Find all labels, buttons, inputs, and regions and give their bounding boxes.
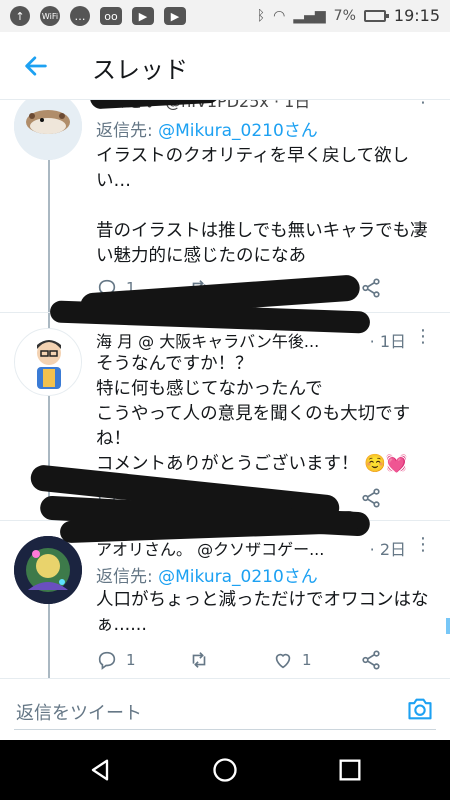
wifi-signal-icon: ◠ (273, 7, 286, 24)
square-recents-icon (339, 759, 361, 781)
share-button[interactable] (360, 486, 382, 510)
share-icon (362, 488, 380, 508)
tweet-timestamp[interactable]: · 2日 (370, 536, 406, 560)
share-icon (362, 650, 380, 670)
tweet-text: そうなんですか！？ 特に何も感じてなかったんで こうやって人の意見を聞くのも大切… (96, 354, 411, 474)
reply-prefix: 返信先: (96, 567, 159, 587)
reply-context: 返信先: @Mikura_0210さん (96, 562, 318, 587)
reply-input[interactable]: 返信をツイート (16, 699, 142, 725)
bluetooth-icon: ᛒ (256, 7, 266, 24)
notification-icons: ↑ WiFi … oo ▶ ▶ (10, 6, 186, 26)
avatar[interactable] (14, 328, 82, 396)
like-button[interactable]: 1 (272, 648, 312, 672)
retweet-button[interactable] (188, 648, 218, 672)
reply-composer: 返信をツイート (0, 678, 450, 740)
reply-prefix: 返信先: (96, 121, 159, 141)
arrow-left-icon (25, 56, 47, 76)
person-illustration-avatar-icon (37, 340, 61, 389)
retweet-icon (192, 652, 206, 668)
tweet[interactable]: アオリさん。 @クソザコゲー... · 2日 ⋮ 返信先: @Mikura_02… (0, 534, 450, 678)
camera-button[interactable] (406, 695, 434, 723)
game-character-avatar-icon (14, 536, 82, 604)
youtube-icon: ▶ (164, 7, 186, 25)
tweet-text: 人口がちょっと減っただけでオワコンはなぁ...... (96, 590, 429, 635)
system-nav-bar (0, 740, 450, 800)
camera-icon (408, 698, 432, 720)
nav-recents-button[interactable] (336, 756, 364, 784)
voicemail-icon: oo (100, 7, 122, 25)
more-options-button[interactable]: ⋮ (414, 326, 432, 347)
back-button[interactable] (22, 52, 50, 80)
avatar[interactable] (14, 100, 82, 160)
like-count: 1 (302, 651, 312, 669)
app-header: スレッド (0, 32, 450, 100)
chat-icon: … (70, 6, 90, 26)
hamster-avatar-icon (14, 100, 82, 160)
thread-list[interactable]: はくさい @hIV1PD25x · 1日 ⋮ 返信先: @Mikura_0210… (0, 100, 450, 678)
share-button[interactable] (360, 276, 382, 300)
nav-home-button[interactable] (211, 756, 239, 784)
cell-signal-icon: ▂▄▆ (293, 7, 326, 24)
reply-count: 1 (126, 651, 136, 669)
reply-mention-link[interactable]: @Mikura_0210さん (158, 567, 318, 587)
circle-home-icon (213, 758, 237, 782)
reply-button[interactable]: 1 (96, 648, 136, 672)
page-title: スレッド (92, 56, 188, 84)
upload-icon: ↑ (10, 6, 30, 26)
tweet-text: イラストのクオリティを早く戻して欲しい… 昔のイラストは推しでも無いキャラでも凄… (96, 146, 428, 266)
share-icon (362, 278, 380, 298)
tweet-timestamp[interactable]: · 1日 (370, 328, 406, 352)
nav-back-button[interactable] (86, 756, 114, 784)
input-underline (14, 729, 436, 730)
system-indicators: ᛒ ◠ ▂▄▆ 7% 19:15 (257, 6, 440, 25)
share-button[interactable] (360, 648, 382, 672)
triangle-back-icon (91, 759, 109, 781)
more-options-button[interactable]: ⋮ (414, 100, 432, 107)
scrollbar[interactable] (446, 618, 450, 634)
avatar[interactable] (14, 536, 82, 604)
reply-icon (98, 651, 116, 670)
clock: 19:15 (393, 6, 440, 25)
reply-mention-link[interactable]: @Mikura_0210さん (158, 121, 318, 141)
reply-context: 返信先: @Mikura_0210さん (96, 116, 318, 141)
youtube-icon: ▶ (132, 7, 154, 25)
tweet-actions: 1 1 (96, 648, 396, 672)
wifi-icon: WiFi (40, 6, 60, 26)
battery-percent: 7% (333, 7, 356, 24)
heart-icon (275, 653, 291, 669)
battery-icon (363, 9, 389, 22)
status-bar: ↑ WiFi … oo ▶ ▶ ᛒ ◠ ▂▄▆ 7% 19:15 (0, 0, 450, 32)
tweet-author-name[interactable]: 海 月 @ 大阪キャラバン午後... (96, 328, 340, 352)
more-options-button[interactable]: ⋮ (414, 534, 432, 555)
